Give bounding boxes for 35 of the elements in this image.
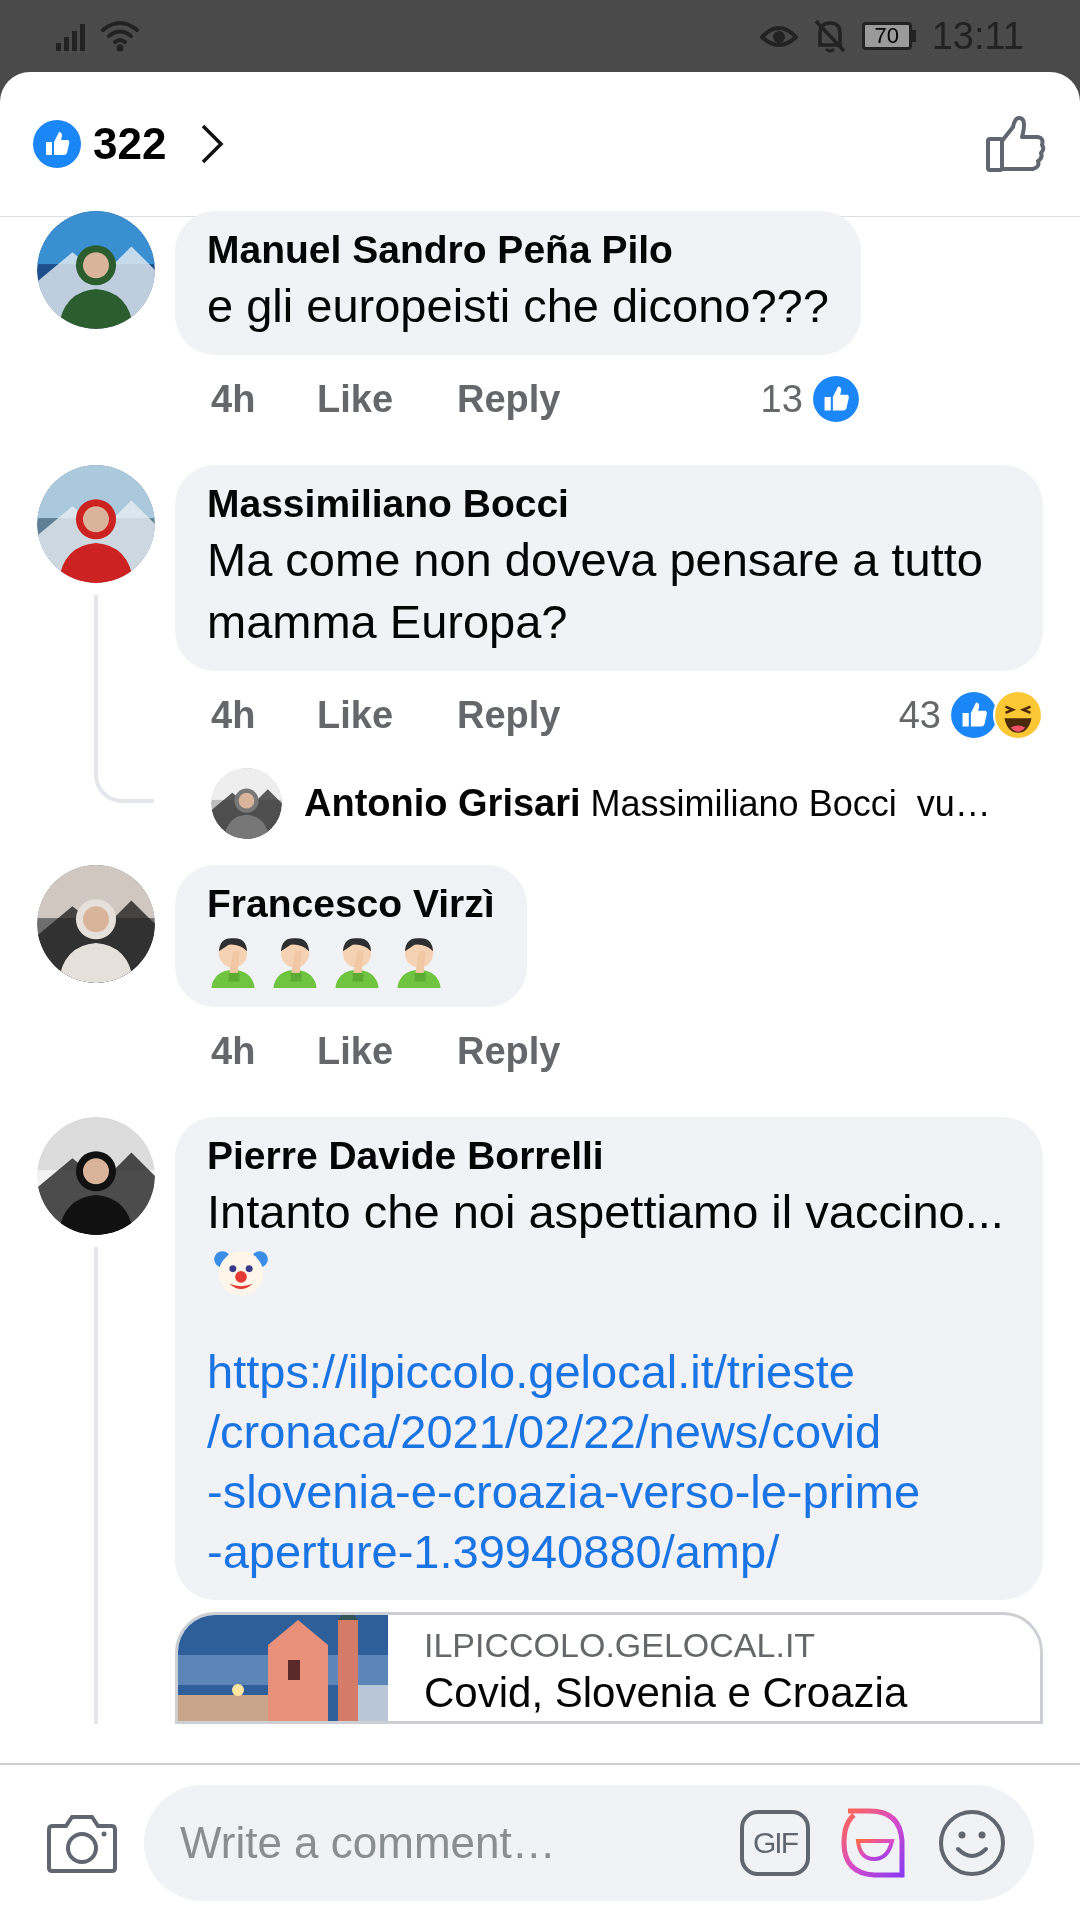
author-name[interactable]: Manuel Sandro Peña Pilo [207,225,829,275]
like-icon [33,120,81,168]
author-name[interactable]: Pierre Davide Borrelli [207,1131,1011,1181]
comment-time: 4h [211,376,257,422]
laughing-reaction-icon [993,690,1043,740]
link-title: Covid, Slovenia e Croazia [424,1668,908,1718]
reply-link[interactable]: Reply [457,1022,561,1080]
sticker-icon[interactable] [840,1806,908,1879]
comment-input-field[interactable]: Write a comment… GIF [144,1784,1034,1901]
like-link[interactable]: Like [317,1022,457,1080]
author-name[interactable]: Massimiliano Bocci [207,479,1011,529]
like-reaction-icon [810,374,861,424]
thumbs-up-icon[interactable] [985,115,1047,173]
comment-time: 4h [211,692,257,738]
chevron-right-icon[interactable] [200,123,225,165]
article-link[interactable]: https://ilpiccolo.gelocal.it/trieste /cronaca/2021/02/22/news/covid -slovenia-e-croazia-verso-le-prime -aperture-1.39940880/amp/ [207,1342,1011,1582]
emoji-icon[interactable] [938,1808,1006,1877]
author-name[interactable]: Francesco Virzì [207,879,495,929]
link-preview-card[interactable]: ILPICCOLO.GELOCAL.IT Covid, Slovenia e Croazia [175,1612,1043,1724]
like-link[interactable]: Like [317,686,457,744]
comment-text: Ma come non doveva pensare a tutto mamma Europa? [207,533,983,648]
like-link[interactable]: Like [317,370,457,428]
reply-link[interactable]: Reply [457,370,561,428]
reply-preview-text[interactable]: Massimiliano Bocci vu… [590,776,991,831]
comment-time: 4h [211,1028,257,1074]
reply-link[interactable]: Reply [457,686,561,744]
reaction-count[interactable]: 13 [760,370,803,428]
bell-off-icon [813,19,846,53]
reaction-count[interactable]: 322 [93,111,167,177]
comment-text: Intanto che noi aspettiamo il vaccino... [207,1185,1004,1238]
gif-button[interactable]: GIF [740,1809,810,1876]
reply-author[interactable]: Antonio Grisari [304,774,581,832]
comment-text: e gli europeisti che dicono??? [207,279,829,332]
link-domain: ILPICCOLO.GELOCAL.IT [424,1625,817,1666]
reaction-count[interactable]: 43 [898,686,941,744]
